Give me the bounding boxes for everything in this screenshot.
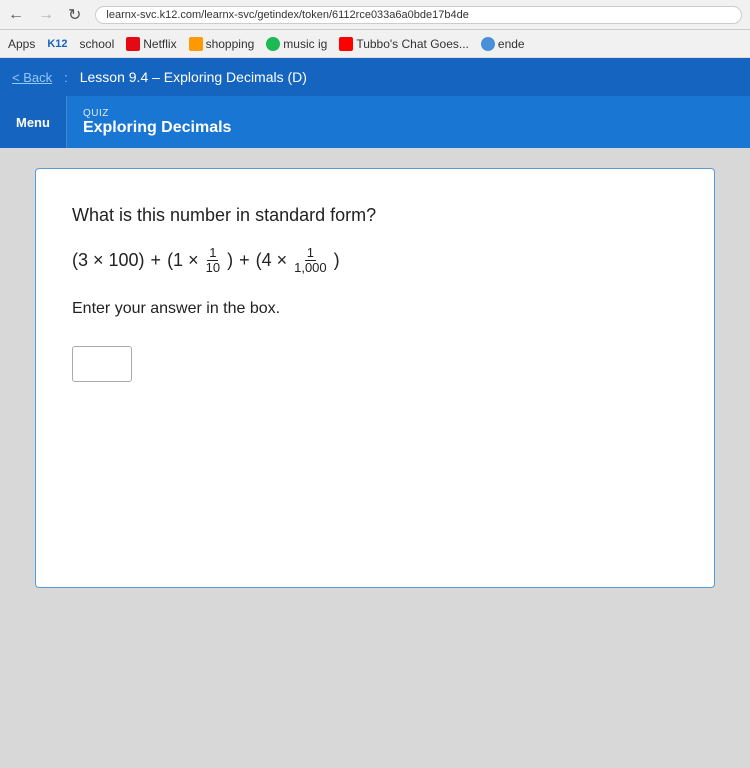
fraction1-denominator: 10: [204, 261, 222, 275]
math-part1: (3 × 100): [72, 250, 145, 271]
bookmark-apps-label: Apps: [8, 37, 35, 51]
bookmark-ende[interactable]: ende: [481, 37, 525, 51]
browser-reload-button[interactable]: ↻: [68, 5, 81, 25]
netflix-icon: [126, 37, 140, 51]
fraction-2: 1 1,000: [292, 246, 329, 276]
bookmark-netflix-label: Netflix: [143, 37, 176, 51]
amazon-icon: [189, 37, 203, 51]
fraction2-denominator: 1,000: [292, 261, 329, 275]
fraction1-numerator: 1: [207, 246, 218, 261]
math-part3-suffix: ): [334, 250, 340, 271]
bookmark-k12-label: K12: [47, 38, 67, 50]
bookmark-music-label: music ig: [283, 37, 327, 51]
browser-back-button[interactable]: ←: [8, 6, 24, 24]
lesson-info: QUIZ Exploring Decimals: [67, 102, 248, 143]
quiz-label: QUIZ: [83, 108, 232, 119]
browser-bar: ← → ↻ learnx-svc.k12.com/learnx-svc/geti…: [0, 0, 750, 30]
bookmark-k12[interactable]: K12: [47, 38, 67, 50]
fraction-1: 1 10: [204, 246, 222, 276]
fraction2-numerator: 1: [305, 246, 316, 261]
bookmark-shopping-label: shopping: [206, 37, 255, 51]
math-part2-prefix: (1 ×: [167, 250, 199, 271]
nav-lesson-title: Lesson 9.4 – Exploring Decimals (D): [80, 69, 307, 85]
quiz-card: What is this number in standard form? (3…: [35, 168, 715, 588]
bookmark-shopping[interactable]: shopping: [189, 37, 255, 51]
math-expression: (3 × 100) + (1 × 1 10 ) + (4 × 1 1,000 ): [72, 246, 678, 276]
instruction-text: Enter your answer in the box.: [72, 300, 678, 318]
bookmark-music[interactable]: music ig: [266, 37, 327, 51]
bookmark-netflix[interactable]: Netflix: [126, 37, 176, 51]
bookmark-apps[interactable]: Apps: [8, 37, 35, 51]
math-part2-suffix: ): [227, 250, 233, 271]
math-part3-prefix: (4 ×: [256, 250, 288, 271]
main-content: What is this number in standard form? (3…: [0, 148, 750, 768]
browser-forward-button[interactable]: →: [38, 6, 54, 24]
math-plus2: +: [239, 250, 250, 271]
other-icon: [481, 37, 495, 51]
bookmark-tubbo[interactable]: Tubbo's Chat Goes...: [339, 37, 469, 51]
bookmarks-bar: Apps K12 school Netflix shopping music i…: [0, 30, 750, 58]
menu-button[interactable]: Menu: [0, 96, 67, 148]
music-icon: [266, 37, 280, 51]
nav-separator: :: [64, 70, 68, 85]
math-plus1: +: [151, 250, 162, 271]
url-bar[interactable]: learnx-svc.k12.com/learnx-svc/getindex/t…: [95, 6, 742, 24]
back-link[interactable]: < Back: [12, 70, 52, 85]
app-nav: < Back : Lesson 9.4 – Exploring Decimals…: [0, 58, 750, 96]
answer-input[interactable]: [72, 346, 132, 382]
bookmark-ende-label: ende: [498, 37, 525, 51]
bookmark-tubbo-label: Tubbo's Chat Goes...: [356, 37, 469, 51]
bookmark-school-label: school: [80, 37, 115, 51]
lesson-name: Exploring Decimals: [83, 119, 232, 137]
question-text: What is this number in standard form?: [72, 205, 678, 226]
bookmark-school[interactable]: school: [80, 37, 115, 51]
math-part2: (1 × 1 10 ): [167, 246, 233, 276]
math-part3: (4 × 1 1,000 ): [256, 246, 340, 276]
lesson-header: Menu QUIZ Exploring Decimals: [0, 96, 750, 148]
youtube-icon: [339, 37, 353, 51]
